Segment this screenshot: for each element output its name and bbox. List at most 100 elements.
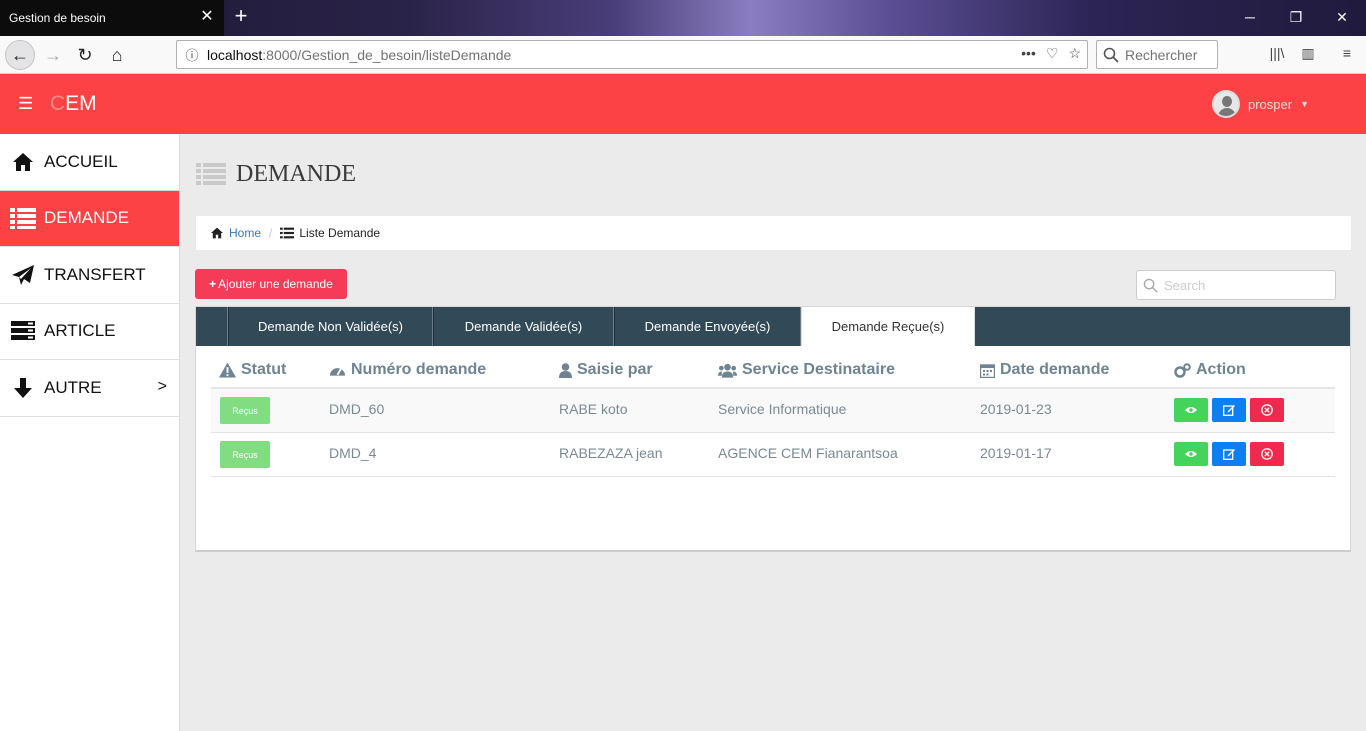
view-button[interactable] (1174, 398, 1208, 422)
home-icon[interactable]: ⌂ (102, 40, 132, 70)
column-header-numero: Numéro demande (329, 361, 486, 379)
sidebar-toggle-icon[interactable]: ▥ (1297, 45, 1319, 65)
avatar (1212, 90, 1240, 118)
caret-down-icon: ▼ (1300, 99, 1309, 109)
chevron-right-icon: > (157, 378, 167, 395)
warning-icon (219, 362, 236, 378)
info-icon[interactable]: ⓘ (177, 45, 207, 64)
brand-logo[interactable]: CEM (50, 90, 97, 118)
sidebar-item-article[interactable]: ARTICLE (0, 304, 179, 360)
status-badge: Reçus (220, 441, 270, 468)
menu-icon[interactable]: ≡ (1336, 45, 1358, 65)
tab-spacer (196, 307, 228, 346)
cell-numero: DMD_4 (329, 445, 377, 461)
cell-saisie: RABEZAZA jean (559, 445, 663, 461)
list-icon (196, 163, 226, 185)
search-input[interactable]: Search (1136, 270, 1336, 300)
url-path: :8000/Gestion_de_besoin/listeDemande (262, 46, 512, 63)
forward-arrow-icon[interactable]: → (38, 40, 68, 70)
view-button[interactable] (1174, 442, 1208, 466)
column-header-action: Action (1174, 361, 1246, 379)
server-icon (10, 320, 36, 342)
edit-button[interactable] (1212, 442, 1246, 466)
pocket-icon[interactable]: ♡ (1046, 45, 1059, 62)
column-header-statut: Statut (219, 361, 286, 379)
more-actions-icon[interactable]: ••• (1021, 45, 1036, 62)
search-icon (1103, 47, 1119, 63)
tab-envoyees[interactable]: Demande Envoyée(s) (614, 307, 801, 346)
eye-icon (1185, 407, 1197, 413)
cell-date: 2019-01-23 (980, 401, 1052, 417)
list-icon (280, 227, 295, 239)
delete-button[interactable] (1250, 398, 1284, 422)
breadcrumb-home-link[interactable]: Home (229, 226, 261, 240)
calendar-icon (980, 363, 995, 378)
close-window-icon[interactable]: ✕ (1330, 6, 1354, 28)
reload-icon[interactable]: ↻ (70, 40, 100, 70)
sidebar-item-label: ARTICLE (44, 321, 116, 341)
cell-numero: DMD_60 (329, 401, 385, 417)
delete-button[interactable] (1250, 442, 1284, 466)
url-bar[interactable]: ⓘ localhost :8000/Gestion_de_besoin/list… (176, 40, 1088, 69)
library-icon[interactable]: |||\ (1266, 45, 1288, 65)
eye-icon (1185, 451, 1197, 457)
tab-validees[interactable]: Demande Validée(s) (433, 307, 614, 346)
column-header-service: Service Destinataire (718, 361, 895, 379)
column-header-saisie: Saisie par (559, 361, 653, 379)
cell-date: 2019-01-17 (980, 445, 1052, 461)
sidebar-item-autre[interactable]: AUTRE > (0, 360, 179, 417)
search-icon (1143, 278, 1158, 293)
edit-icon (1223, 449, 1235, 460)
sidebar-item-demande[interactable]: DEMANDE (0, 190, 179, 247)
breadcrumb-separator: / (269, 226, 273, 240)
sidebar-item-label: ACCUEIL (44, 151, 118, 171)
tab-non-validees[interactable]: Demande Non Validée(s) (228, 307, 433, 346)
dashboard-icon (329, 367, 346, 376)
browser-search-placeholder: Rechercher (1125, 46, 1198, 63)
back-arrow-icon[interactable]: ← (5, 40, 35, 70)
bookmark-star-icon[interactable]: ☆ (1068, 45, 1081, 62)
tab-bar: Demande Non Validée(s) Demande Validée(s… (196, 307, 1350, 346)
home-icon (10, 151, 36, 173)
table-row: Reçus DMD_60 RABE koto Service Informati… (211, 389, 1335, 433)
user-menu[interactable]: prosper ▼ (1212, 90, 1309, 118)
url-host: localhost (207, 46, 263, 63)
page-title-text: DEMANDE (236, 160, 356, 187)
minimize-icon[interactable]: ─ (1238, 6, 1262, 28)
breadcrumb: Home / Liste Demande (196, 216, 1351, 250)
cancel-circle-icon (1261, 404, 1273, 416)
app-header: ☰ CEM prosper ▼ (0, 74, 1366, 134)
arrow-down-icon (10, 377, 36, 399)
sidebar-item-accueil[interactable]: ACCUEIL (0, 134, 179, 191)
cell-saisie: RABE koto (559, 401, 628, 417)
sidebar-item-label: TRANSFERT (44, 264, 146, 284)
add-demande-label: Ajouter une demande (218, 277, 333, 291)
edit-button[interactable] (1212, 398, 1246, 422)
new-tab-icon[interactable]: + (230, 5, 252, 29)
browser-tab[interactable]: Gestion de besoin ✕ (0, 0, 224, 36)
sidebar-item-label: AUTRE (44, 377, 102, 397)
cancel-circle-icon (1261, 448, 1273, 460)
gears-icon (1174, 362, 1191, 378)
tab-recues[interactable]: Demande Reçue(s) (801, 307, 975, 346)
status-badge: Reçus (220, 397, 270, 424)
paper-plane-icon (10, 264, 36, 286)
browser-search-input[interactable]: Rechercher (1096, 40, 1218, 69)
add-demande-button[interactable]: + Ajouter une demande (195, 269, 347, 299)
breadcrumb-current: Liste Demande (299, 226, 381, 240)
sidebar-item-transfert[interactable]: TRANSFERT (0, 247, 179, 304)
username: prosper (1248, 96, 1293, 112)
restore-icon[interactable]: ❐ (1284, 6, 1308, 28)
table-row: Reçus DMD_4 RABEZAZA jean AGENCE CEM Fia… (211, 433, 1335, 477)
sidebar-item-label: DEMANDE (44, 208, 130, 228)
table-header: Statut Numéro demande Saisie par Service… (211, 355, 1335, 389)
demande-table: Statut Numéro demande Saisie par Service… (211, 355, 1335, 477)
edit-icon (1223, 405, 1235, 416)
hamburger-menu-icon[interactable]: ☰ (18, 94, 34, 114)
home-icon (211, 227, 223, 239)
close-tab-icon[interactable]: ✕ (198, 8, 216, 26)
column-header-date: Date demande (980, 361, 1109, 379)
user-icon (559, 362, 572, 378)
browser-titlebar: Gestion de besoin ✕ + ─ ❐ ✕ (0, 0, 1366, 36)
tab-label: Demande Non Validée(s) (258, 319, 403, 334)
